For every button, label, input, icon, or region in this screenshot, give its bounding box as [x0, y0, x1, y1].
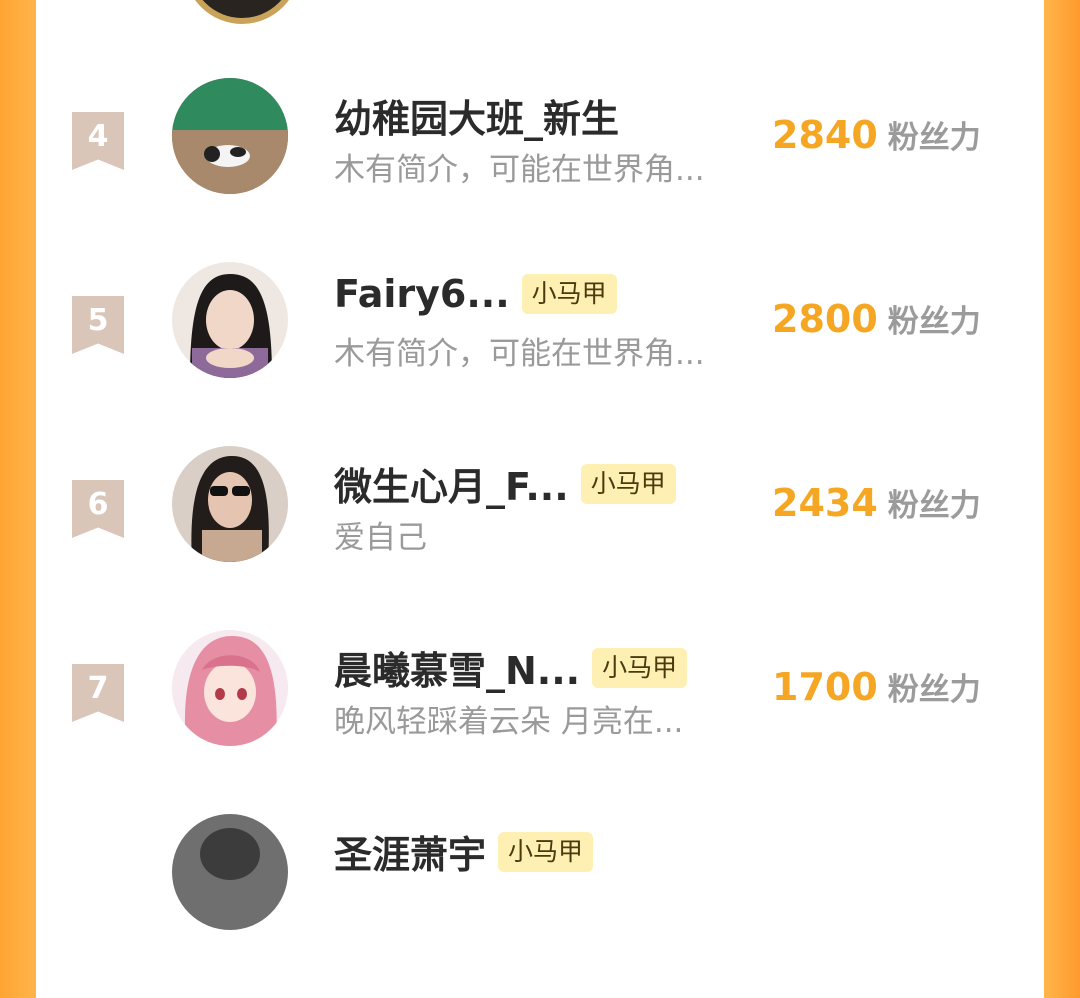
leaderboard-panel: 4 幼稚园大班_新生 木有简介，可能在世界角... 2840 粉丝力 5 Fai…	[36, 0, 1044, 930]
user-bio: 木有简介，可能在世界角...	[334, 152, 705, 188]
rank-ribbon-icon: 7	[72, 664, 124, 722]
list-item[interactable]: 6 微生心月_F... 小马甲 爱自己 2434 粉丝力	[36, 446, 1044, 630]
vest-badge: 小马甲	[580, 463, 676, 504]
fan-power-score: 1700 粉丝力	[772, 664, 981, 709]
user-name-line: 晨曦慕雪_N... 小马甲	[334, 640, 688, 695]
score-value: 1700	[772, 665, 878, 709]
avatar[interactable]	[172, 630, 288, 746]
avatar[interactable]	[172, 446, 288, 562]
list-item[interactable]: 圣涯萧宇 小马甲	[36, 814, 1044, 998]
score-value: 2800	[772, 297, 878, 341]
score-value: 2434	[772, 481, 878, 525]
user-bio: 爱自己	[334, 520, 427, 556]
user-name[interactable]: 微生心月_F...	[334, 456, 569, 511]
user-bio: 木有简介，可能在世界角...	[334, 336, 705, 372]
user-name[interactable]: 幼稚园大班_新生	[334, 88, 619, 143]
list-item[interactable]: 4 幼稚园大班_新生 木有简介，可能在世界角... 2840 粉丝力	[36, 78, 1044, 262]
user-name[interactable]: 圣涯萧宇	[334, 824, 486, 879]
score-unit: 粉丝力	[887, 488, 981, 524]
rank-ribbon-icon: 4	[72, 112, 124, 170]
avatar[interactable]	[172, 262, 288, 378]
vest-badge: 小马甲	[592, 647, 688, 688]
vest-badge: 小马甲	[498, 831, 594, 872]
score-unit: 粉丝力	[887, 672, 981, 708]
list-item[interactable]: 5 Fairy6... 小马甲 木有简介，可能在世界角... 2800 粉丝力	[36, 262, 1044, 446]
user-name[interactable]: Fairy6...	[334, 272, 510, 316]
user-name-line: 幼稚园大班_新生	[334, 88, 619, 143]
vest-badge: 小马甲	[521, 274, 617, 314]
user-bio: 晚风轻踩着云朵 月亮在...	[334, 704, 684, 740]
fan-power-score: 2800 粉丝力	[772, 296, 981, 341]
user-name[interactable]: 晨曦慕雪_N...	[334, 640, 580, 695]
avatar[interactable]	[172, 78, 288, 194]
user-name-line: 微生心月_F... 小马甲	[334, 456, 676, 511]
rank-ribbon-icon: 6	[72, 480, 124, 538]
avatar[interactable]	[172, 814, 288, 930]
score-value: 2840	[772, 113, 878, 157]
list-item[interactable]: 7 晨曦慕雪_N... 小马甲 晚风轻踩着云朵 月亮在... 1700 粉丝力	[36, 630, 1044, 814]
user-name-line: 圣涯萧宇 小马甲	[334, 824, 594, 879]
fan-power-score: 2434 粉丝力	[772, 480, 981, 525]
score-unit: 粉丝力	[887, 304, 981, 340]
rank-ribbon-icon: 5	[72, 296, 124, 354]
avatar-previous[interactable]	[184, 0, 300, 24]
fan-power-score: 2840 粉丝力	[772, 112, 981, 157]
user-name-line: Fairy6... 小马甲	[334, 272, 617, 316]
score-unit: 粉丝力	[887, 120, 981, 156]
